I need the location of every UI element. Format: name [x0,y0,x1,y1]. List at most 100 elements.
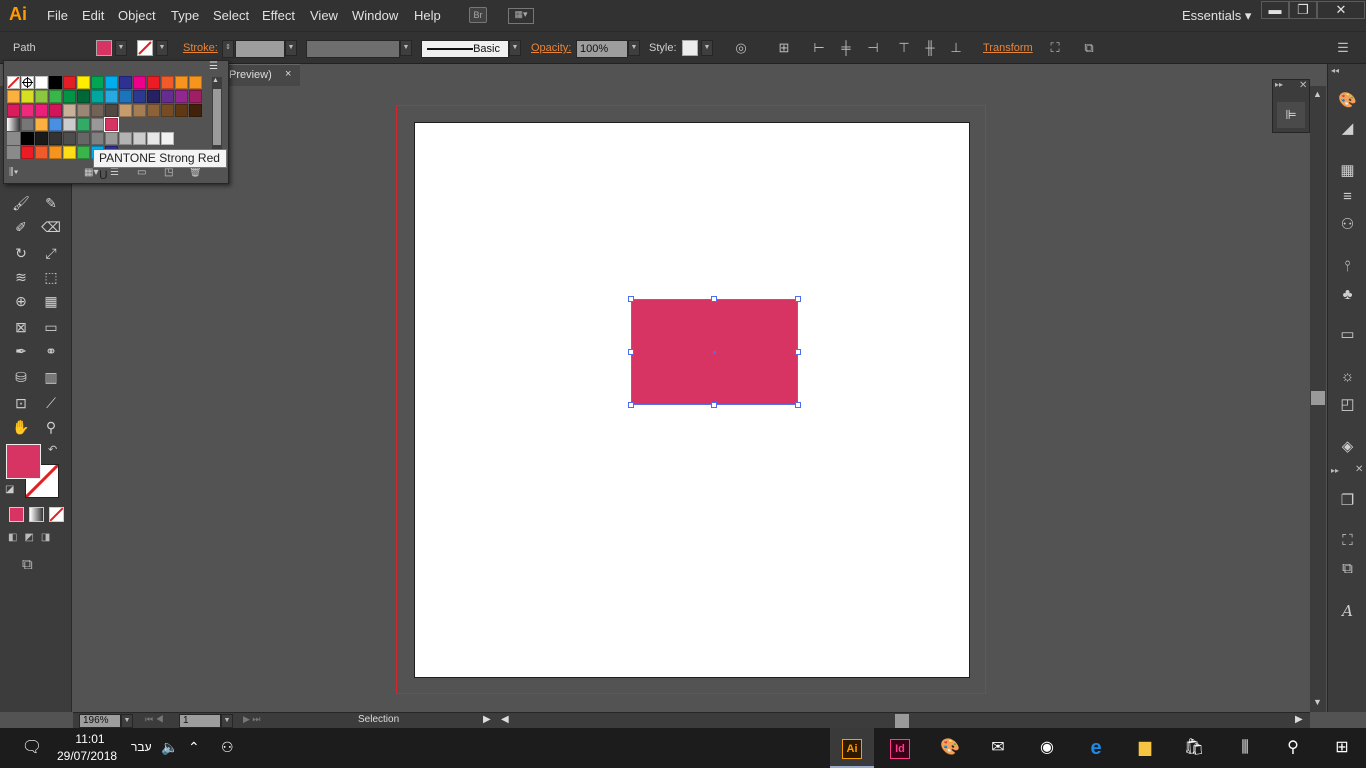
shape-builder-tool-icon[interactable]: ⊕ [9,290,33,312]
expand-panels-icon[interactable]: ▸▸ [1275,80,1283,89]
swatch[interactable] [21,118,34,131]
swatch[interactable] [21,90,34,103]
color-guide-icon[interactable]: ◢ [1328,116,1366,142]
artboard-tool-icon[interactable]: ⊡ [9,392,33,414]
default-fill-stroke-icon[interactable]: ◪ [5,484,14,495]
swatch[interactable] [49,76,62,89]
input-language[interactable]: עבר [131,740,152,754]
menu-select[interactable]: Select [213,8,249,23]
swatch[interactable] [7,76,20,89]
arrange-documents-icon[interactable]: ▦▾ [508,8,534,24]
gradient-mode-button[interactable] [29,507,44,522]
hand-tool-icon[interactable]: ✋ [9,416,33,438]
action-center-icon[interactable]: 🗨 [12,728,52,768]
folder-icon[interactable] [7,146,20,159]
swatch[interactable] [63,132,76,145]
swatch[interactable] [63,118,76,131]
show-hidden-icons-icon[interactable]: ⌃ [188,739,200,756]
resize-handle-w[interactable] [628,349,634,355]
vertical-scrollbar[interactable]: ▲ ▼ [1310,86,1326,712]
resize-handle-e[interactable] [795,349,801,355]
swatch[interactable] [133,90,146,103]
swatch[interactable] [119,76,132,89]
swatch[interactable] [77,104,90,117]
align-to-icon[interactable]: ⊞ [775,39,793,57]
scale-tool-icon[interactable]: ⤢ [39,242,63,264]
expand-dock-icon[interactable]: ◂◂ [1331,66,1339,75]
zoom-field[interactable]: 196% [79,714,121,728]
swatch[interactable] [189,104,202,117]
swatch[interactable] [21,146,34,159]
slice-tool-icon[interactable]: ⟋ [39,392,63,414]
swatch[interactable] [147,132,160,145]
eraser-tool-icon[interactable]: ⌫ [39,216,63,238]
folder-icon[interactable] [7,132,20,145]
brush-dropdown[interactable]: ▼ [509,40,521,56]
appearance-panel-icon[interactable]: ☼ [1328,364,1366,390]
align-right-icon[interactable]: ⊣ [864,39,882,57]
swatch[interactable] [105,76,118,89]
swatch[interactable] [91,118,104,131]
none-mode-button[interactable] [49,507,64,522]
opacity-label[interactable]: Opacity: [531,42,571,54]
status-menu-icon[interactable]: ▶ [483,714,491,725]
swatch[interactable] [175,76,188,89]
menu-effect[interactable]: Effect [262,8,295,23]
swatch[interactable] [21,104,34,117]
show-swatch-kinds-icon[interactable]: ▦▾ [84,167,98,178]
close-dock-icon[interactable]: ✕ [1355,464,1363,475]
people-icon[interactable]: ⚇ [221,739,234,756]
resize-handle-ne[interactable] [795,296,801,302]
menu-object[interactable]: Object [118,8,156,23]
blob-brush-tool-icon[interactable]: ✐ [9,216,33,238]
start-icon[interactable]: ⊞ [1322,728,1362,768]
stroke-dropdown[interactable]: ▼ [156,40,168,56]
swatch[interactable] [147,76,160,89]
swatches-menu-icon[interactable]: ☰ [209,61,218,72]
paintbrush-tool-icon[interactable]: 🖌 [9,192,33,214]
swatch[interactable] [77,76,90,89]
symbol-sprayer-tool-icon[interactable]: ⛁ [9,366,33,388]
mesh-tool-icon[interactable]: ⊠ [9,316,33,338]
restore-button[interactable]: ❐ [1289,1,1317,19]
rotate-tool-icon[interactable]: ↻ [9,242,33,264]
zoom-tool-icon[interactable]: ⚲ [39,416,63,438]
menu-help[interactable]: Help [414,8,441,23]
swatch[interactable] [105,104,118,117]
swatch[interactable] [104,117,119,132]
artboards-panel-icon[interactable]: ❐ [1328,488,1366,514]
stroke-weight-field[interactable] [235,40,285,58]
menu-view[interactable]: View [310,8,338,23]
swatch[interactable] [105,132,118,145]
swatch[interactable] [49,132,62,145]
stroke-weight-stepper[interactable]: ⇕ [222,40,234,58]
color-panel-icon[interactable]: 🎨 [1328,88,1366,114]
character-panel-icon[interactable]: A [1328,598,1366,624]
swatch[interactable] [21,132,34,145]
folder-icon[interactable] [7,118,20,131]
scroll-left-icon[interactable]: ◀ [501,714,509,725]
swatch[interactable] [63,76,76,89]
swatch-libraries-icon[interactable]: ⫼▾ [9,167,18,178]
align-bottom-icon[interactable]: ⊥ [947,39,965,57]
swatches-panel-icon[interactable]: ▦ [1328,158,1366,184]
swatch[interactable] [49,118,62,131]
resize-handle-s[interactable] [711,402,717,408]
file-explorer-icon[interactable]: ▆ [1125,728,1165,768]
clock-date[interactable]: 29/07/2018 [57,749,117,763]
resize-handle-nw[interactable] [628,296,634,302]
menu-file[interactable]: File [47,8,68,23]
swatch[interactable] [77,90,90,103]
close-panel-icon[interactable]: ✕ [1299,80,1307,91]
swatch[interactable] [77,132,90,145]
swatch[interactable] [119,132,132,145]
swatch[interactable] [175,90,188,103]
minimize-button[interactable]: ▬ [1261,1,1289,19]
swatch[interactable] [49,146,62,159]
swatch[interactable] [91,90,104,103]
scroll-down-icon[interactable]: ▼ [1313,697,1322,707]
swatch[interactable] [105,90,118,103]
swatch[interactable] [161,76,174,89]
swatch[interactable] [161,90,174,103]
hscroll-thumb[interactable] [895,714,909,728]
